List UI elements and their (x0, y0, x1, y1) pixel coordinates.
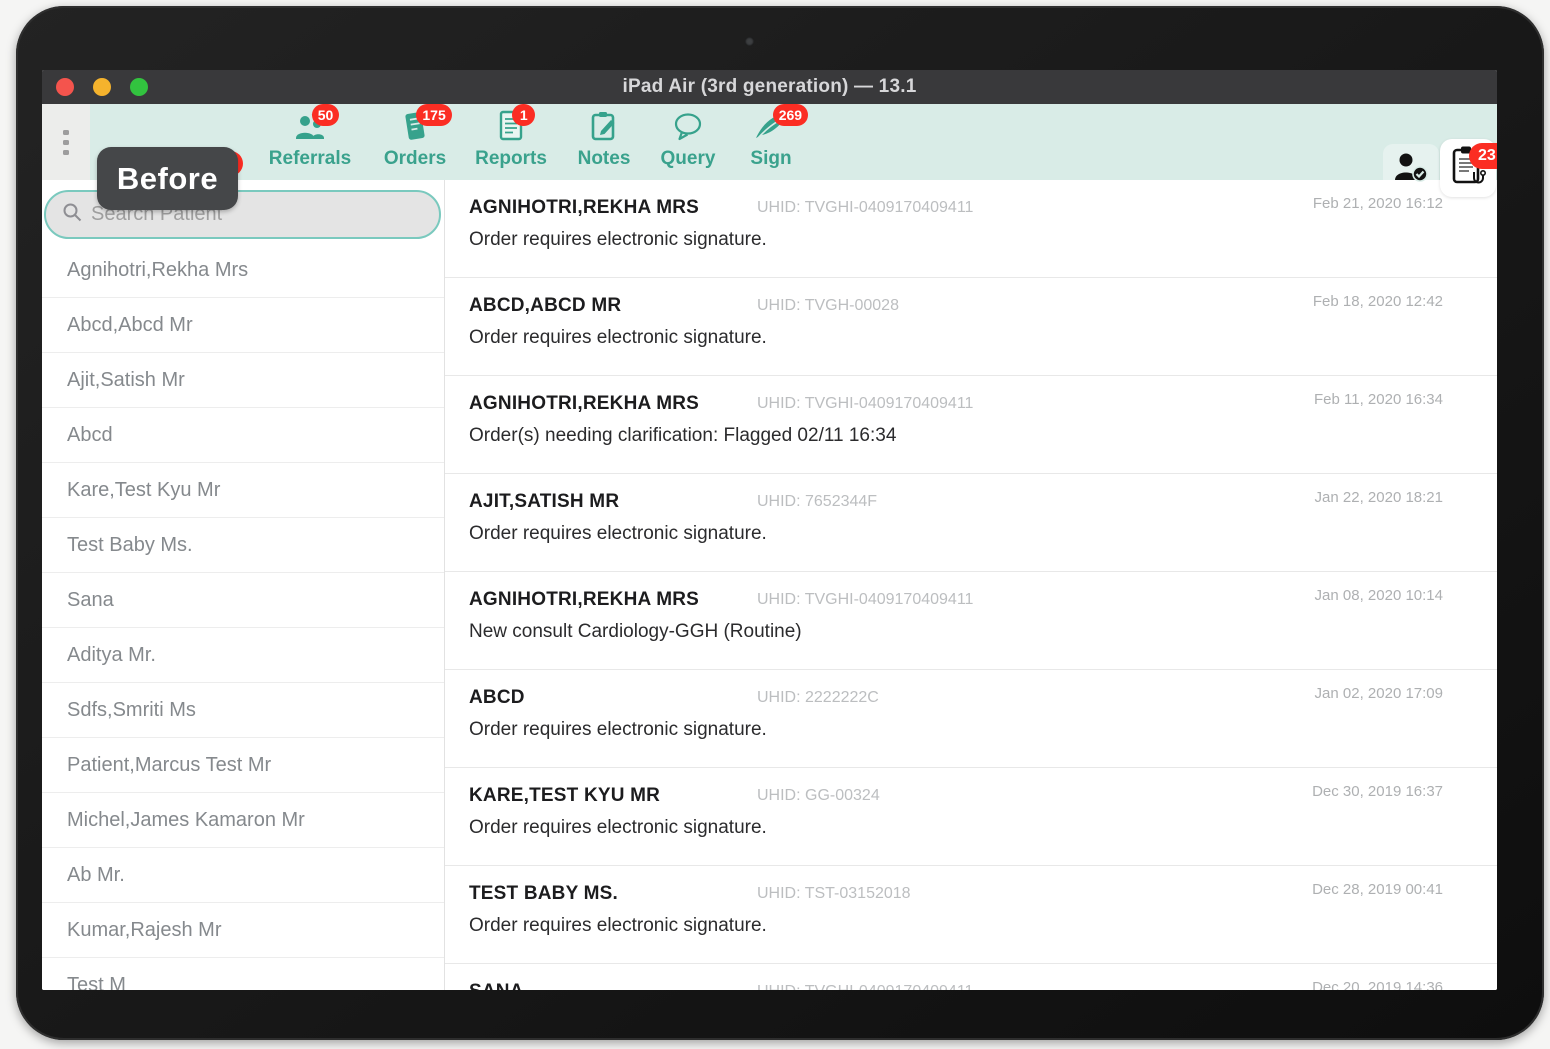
patient-list-item[interactable]: Sana (42, 573, 444, 628)
patient-list-item[interactable]: Michel,James Kamaron Mr (42, 793, 444, 848)
notification-message: Order(s) needing clarification: Flagged … (469, 425, 897, 446)
notification-date: Dec 20, 2019 14:36 (1312, 979, 1443, 990)
notification-message: Order requires electronic signature. (469, 915, 767, 936)
zoom-window-button[interactable] (130, 78, 148, 96)
notification-message: Order requires electronic signature. (469, 327, 767, 348)
notification-uhid: UHID: 2222222C (757, 689, 879, 706)
notification-list: AGNIHOTRI,REKHA MRS UHID: TVGHI-04091704… (445, 180, 1497, 990)
traffic-lights (56, 78, 148, 96)
notification-patient: KARE,TEST KYU MR (469, 785, 661, 806)
notes-icon (589, 110, 619, 147)
clipboard-badge: 23 (1469, 143, 1497, 169)
notification-date: Jan 22, 2020 18:21 (1314, 489, 1443, 506)
notification-message: Order requires electronic signature. (469, 719, 767, 740)
close-window-button[interactable] (56, 78, 74, 96)
reports-badge: 1 (512, 104, 536, 126)
toolbar-item-sign[interactable]: 269 Sign (716, 104, 826, 170)
notification-patient: AGNIHOTRI,REKHA MRS (469, 393, 700, 414)
notification-message: Order requires electronic signature. (469, 523, 767, 544)
patient-list-item[interactable]: Ajit,Satish Mr (42, 353, 444, 408)
notification-message: Order requires electronic signature. (469, 229, 767, 250)
notification-uhid: UHID: 7652344F (757, 493, 878, 510)
toolbar-item-orders[interactable]: 175 Orders (360, 104, 470, 170)
sign-label: Sign (750, 148, 792, 169)
notification-patient: ABCD (469, 687, 525, 708)
notification-row[interactable]: AJIT,SATISH MR UHID: 7652344F Jan 22, 20… (445, 474, 1497, 572)
notification-patient: AGNIHOTRI,REKHA MRS (469, 197, 700, 218)
sign-badge: 269 (772, 104, 809, 126)
notification-uhid: UHID: GG-00324 (757, 787, 880, 804)
patient-list-item[interactable]: Abcd (42, 408, 444, 463)
minimize-window-button[interactable] (93, 78, 111, 96)
search-icon (62, 202, 82, 227)
patient-list-item[interactable]: Abcd,Abcd Mr (42, 298, 444, 353)
notification-row[interactable]: AGNIHOTRI,REKHA MRS UHID: TVGHI-04091704… (445, 376, 1497, 474)
toolbar-item-referrals[interactable]: 50 Referrals (255, 104, 365, 170)
notification-row[interactable]: SANA UHID: TVGHI-0409170409411 Dec 20, 2… (445, 964, 1497, 990)
app-toolbar: Before 50 Referrals 175 Orders 1 Reports… (42, 104, 1497, 210)
patient-list-item[interactable]: Test M (42, 958, 444, 991)
orders-badge: 175 (416, 104, 452, 126)
notification-uhid: UHID: TVGHI-0409170409411 (757, 199, 974, 216)
window-titlebar: iPad Air (3rd generation) — 13.1 (42, 70, 1497, 104)
notification-date: Jan 02, 2020 17:09 (1314, 685, 1443, 702)
patient-list-item[interactable]: Test Baby Ms. (42, 518, 444, 573)
before-annotation-label: Before (97, 147, 238, 210)
kebab-menu-icon[interactable] (63, 129, 69, 155)
patient-list-item[interactable]: Sdfs,Smriti Ms (42, 683, 444, 738)
notification-row[interactable]: AGNIHOTRI,REKHA MRS UHID: TVGHI-04091704… (445, 572, 1497, 670)
toolbar-left-strip (42, 104, 90, 180)
camera-icon (745, 37, 754, 46)
patient-list-item[interactable]: Kumar,Rajesh Mr (42, 903, 444, 958)
notification-date: Feb 18, 2020 12:42 (1312, 293, 1443, 310)
patient-list-item[interactable]: Aditya Mr. (42, 628, 444, 683)
notification-row[interactable]: ABCD,ABCD MR UHID: TVGH-00028 Feb 18, 20… (445, 278, 1497, 376)
notification-date: Feb 21, 2020 16:12 (1312, 195, 1443, 212)
referrals-badge: 50 (311, 104, 340, 126)
main-area: Agnihotri,Rekha Mrs Abcd,Abcd Mr Ajit,Sa… (42, 180, 1497, 990)
orders-label: Orders (383, 148, 447, 169)
notification-date: Dec 28, 2019 00:41 (1312, 881, 1443, 898)
notification-message: New consult Cardiology-GGH (Routine) (469, 621, 802, 642)
notification-uhid: UHID: TVGHI-0409170409411 (757, 395, 974, 412)
referrals-label: Referrals (268, 148, 352, 169)
patient-list-item[interactable]: Kare,Test Kyu Mr (42, 463, 444, 518)
notification-row[interactable]: KARE,TEST KYU MR UHID: GG-00324 Dec 30, … (445, 768, 1497, 866)
notification-patient: AGNIHOTRI,REKHA MRS (469, 589, 700, 610)
patient-sidebar: Agnihotri,Rekha Mrs Abcd,Abcd Mr Ajit,Sa… (42, 180, 445, 990)
notification-uhid: UHID: TST-03152018 (757, 885, 911, 902)
notification-date: Jan 08, 2020 10:14 (1314, 587, 1443, 604)
notification-row[interactable]: ABCD UHID: 2222222C Jan 02, 2020 17:09 O… (445, 670, 1497, 768)
notification-uhid: UHID: TVGH-00028 (757, 297, 899, 314)
notification-uhid: UHID: TVGHI-0409170409411 (757, 591, 974, 608)
notification-patient: AJIT,SATISH MR (469, 491, 620, 512)
patient-list-item[interactable]: Agnihotri,Rekha Mrs (42, 243, 444, 298)
notification-row[interactable]: AGNIHOTRI,REKHA MRS UHID: TVGHI-04091704… (445, 180, 1497, 278)
notification-patient: ABCD,ABCD MR (469, 295, 622, 316)
notification-message: Order requires electronic signature. (469, 817, 767, 838)
reports-label: Reports (475, 148, 547, 169)
query-label: Query (660, 148, 716, 169)
notification-date: Feb 11, 2020 16:34 (1314, 391, 1443, 408)
query-icon (672, 111, 704, 147)
patient-list-item[interactable]: Patient,Marcus Test Mr (42, 738, 444, 793)
window-title: iPad Air (3rd generation) — 13.1 (622, 76, 917, 97)
notes-label: Notes (577, 148, 631, 169)
notification-patient: SANA (469, 981, 524, 990)
notification-row[interactable]: TEST BABY MS. UHID: TST-03152018 Dec 28,… (445, 866, 1497, 964)
patient-list-item[interactable]: Ab Mr. (42, 848, 444, 903)
simulator-window: iPad Air (3rd generation) — 13.1 Before (42, 70, 1497, 990)
tablet-bezel: iPad Air (3rd generation) — 13.1 Before (16, 6, 1544, 1040)
notification-date: Dec 30, 2019 16:37 (1312, 783, 1443, 800)
notification-patient: TEST BABY MS. (469, 883, 618, 904)
notification-uhid: UHID: TVGHI-0409170409411 (757, 983, 973, 990)
